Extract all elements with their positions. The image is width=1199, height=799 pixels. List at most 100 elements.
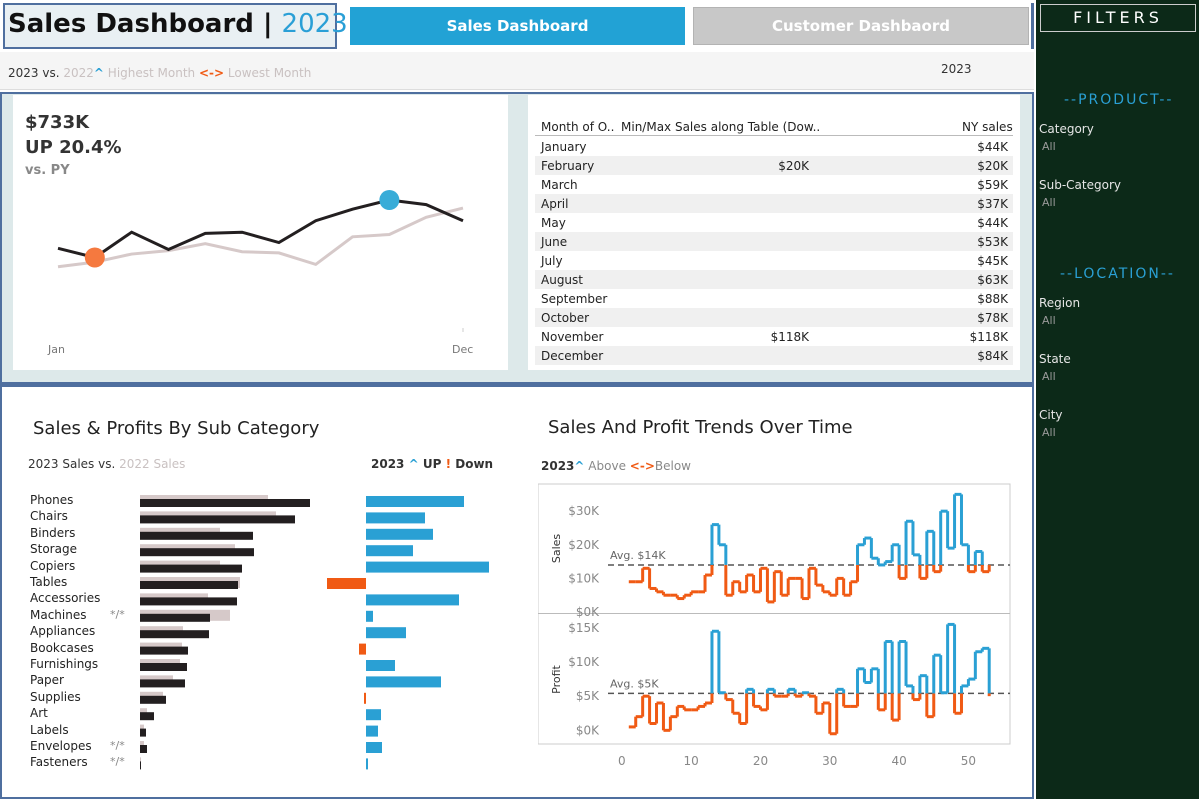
table-row[interactable]: November $118K $118K	[535, 327, 1013, 346]
category-note: */*	[110, 739, 125, 752]
row-month: August	[541, 273, 583, 287]
row-month: November	[541, 330, 604, 344]
header-divider	[1031, 3, 1034, 49]
filter-region-label: Region	[1039, 296, 1081, 310]
table-row[interactable]: July $45K	[535, 251, 1013, 270]
kpi-total-sales: $733K	[25, 112, 90, 133]
year-filter-value[interactable]: 2023	[941, 62, 972, 76]
profit-change-bar	[366, 512, 425, 524]
tab-customer-dashboard[interactable]: Customer Dashbaord	[693, 7, 1029, 45]
profit-change-bar	[327, 578, 366, 589]
category-label: Storage	[30, 542, 77, 557]
month-table-body: January $44K February $20K $20K March $59K Apri…	[535, 137, 1013, 365]
table-row[interactable]: June $53K	[535, 232, 1013, 251]
filter-city-value[interactable]: All	[1042, 426, 1056, 439]
filter-region-value[interactable]: All	[1042, 314, 1056, 327]
table-row[interactable]: September $88K	[535, 289, 1013, 308]
category-note: */*	[110, 607, 125, 621]
y-axis-title: Sales	[550, 534, 563, 564]
table-row[interactable]: October $78K	[535, 308, 1013, 327]
subcategory-legend: 2023 Sales vs. 2022 Sales	[28, 457, 185, 471]
category-label: Chairs	[30, 509, 68, 524]
highest-glyph: ^	[93, 66, 104, 80]
filter-state-value[interactable]: All	[1042, 370, 1056, 383]
table-row[interactable]: August $63K	[535, 270, 1013, 289]
row-ny-sales: $84K	[977, 349, 1008, 363]
row-ny-sales: $118K	[969, 330, 1008, 344]
row-month: February	[541, 159, 595, 173]
profit-change-bar	[359, 643, 366, 655]
tab-sales-dashboard[interactable]: Sales Dashboard	[350, 7, 685, 45]
up-glyph: ^	[408, 457, 419, 471]
subcategory-legend-current: 2023 Sales vs.	[28, 457, 116, 471]
profit-change-bar	[366, 742, 382, 753]
down-glyph: !	[445, 457, 452, 471]
x-tick-label: 20	[753, 754, 768, 768]
profit-change-bar	[366, 627, 406, 639]
row-month: July	[541, 254, 563, 268]
title-year: 2023	[281, 9, 348, 39]
x-tick-label: 40	[891, 754, 906, 768]
average-label: Avg. $14K	[610, 549, 666, 562]
row-ny-sales: $63K	[977, 273, 1008, 287]
category-label: Bookcases	[30, 640, 94, 655]
current-sales-bar	[140, 531, 253, 540]
legend-lowest: Lowest Month	[227, 66, 312, 80]
row-month: January	[541, 140, 587, 154]
row-ny-sales: $44K	[977, 140, 1008, 154]
profit-change-bar	[366, 594, 459, 606]
y-tick-label: $5K	[576, 689, 600, 703]
row-month: March	[541, 178, 578, 192]
table-row[interactable]: March $59K	[535, 175, 1013, 194]
row-month: October	[541, 311, 590, 325]
row-month: September	[541, 292, 608, 306]
y-axis-title: Profit	[550, 664, 563, 693]
current-sales-bar	[140, 564, 242, 573]
row-ny-sales: $20K	[977, 159, 1008, 173]
current-sales-bar	[140, 613, 210, 622]
profit-change-bar	[366, 676, 441, 688]
row-ny-sales: $78K	[977, 311, 1008, 325]
current-sales-bar	[140, 679, 185, 688]
table-row[interactable]: February $20K $20K	[535, 156, 1013, 175]
category-label: Tables	[30, 575, 68, 589]
category-label: Appliances	[30, 624, 96, 639]
row-month: May	[541, 216, 566, 230]
profit-change-bar	[366, 709, 381, 721]
trend-chart: $0K $10K $20K $30K Sales Avg. $14K $0K $5K $10K $…	[538, 483, 1011, 768]
x-tick-label: 10	[684, 754, 699, 768]
row-ny-sales: $45K	[977, 254, 1008, 268]
y-tick-label: $30K	[568, 504, 600, 518]
row-ny-sales: $88K	[977, 292, 1008, 306]
above-label: Above	[588, 459, 626, 473]
table-row[interactable]: December $84K	[535, 346, 1013, 365]
legend-highest: Highest Month	[107, 66, 196, 80]
table-row[interactable]: January $44K	[535, 137, 1013, 156]
category-label: Paper	[30, 673, 64, 688]
category-label: Phones	[30, 493, 74, 507]
row-minmax: $20K	[778, 159, 809, 173]
table-row[interactable]: May $44K	[535, 213, 1013, 232]
dashboard-root: Sales Dashboard | 2023 Sales Dashboard C…	[0, 0, 1199, 799]
kpi-sparkline	[57, 190, 464, 332]
below-glyph: <->	[629, 459, 655, 473]
lowest-glyph: <->	[198, 66, 225, 80]
table-header-ny-sales[interactable]: NY sales	[962, 120, 1013, 134]
table-header-month[interactable]: Month of O..	[541, 120, 614, 134]
up-label: UP	[422, 457, 442, 471]
kpi-change: UP 20.4%	[25, 137, 122, 158]
x-tick-label: 0	[618, 754, 626, 768]
product-heading: --PRODUCT--	[1064, 92, 1174, 108]
current-sales-bar	[140, 548, 254, 557]
filter-category-value[interactable]: All	[1042, 140, 1056, 153]
table-header-minmax[interactable]: Min/Max Sales along Table (Dow..	[621, 120, 820, 134]
trend-legend-year: 2023	[541, 459, 575, 473]
updown-legend: 2023 ^ UP ! Down	[371, 457, 493, 471]
filter-subcategory-value[interactable]: All	[1042, 196, 1056, 209]
category-label: Envelopes	[30, 739, 92, 753]
row-ny-sales: $59K	[977, 178, 1008, 192]
table-row[interactable]: April $37K	[535, 194, 1013, 213]
x-tick-label: 30	[822, 754, 837, 768]
x-tick-label: 50	[961, 754, 976, 768]
profit-change-bar	[366, 610, 373, 622]
